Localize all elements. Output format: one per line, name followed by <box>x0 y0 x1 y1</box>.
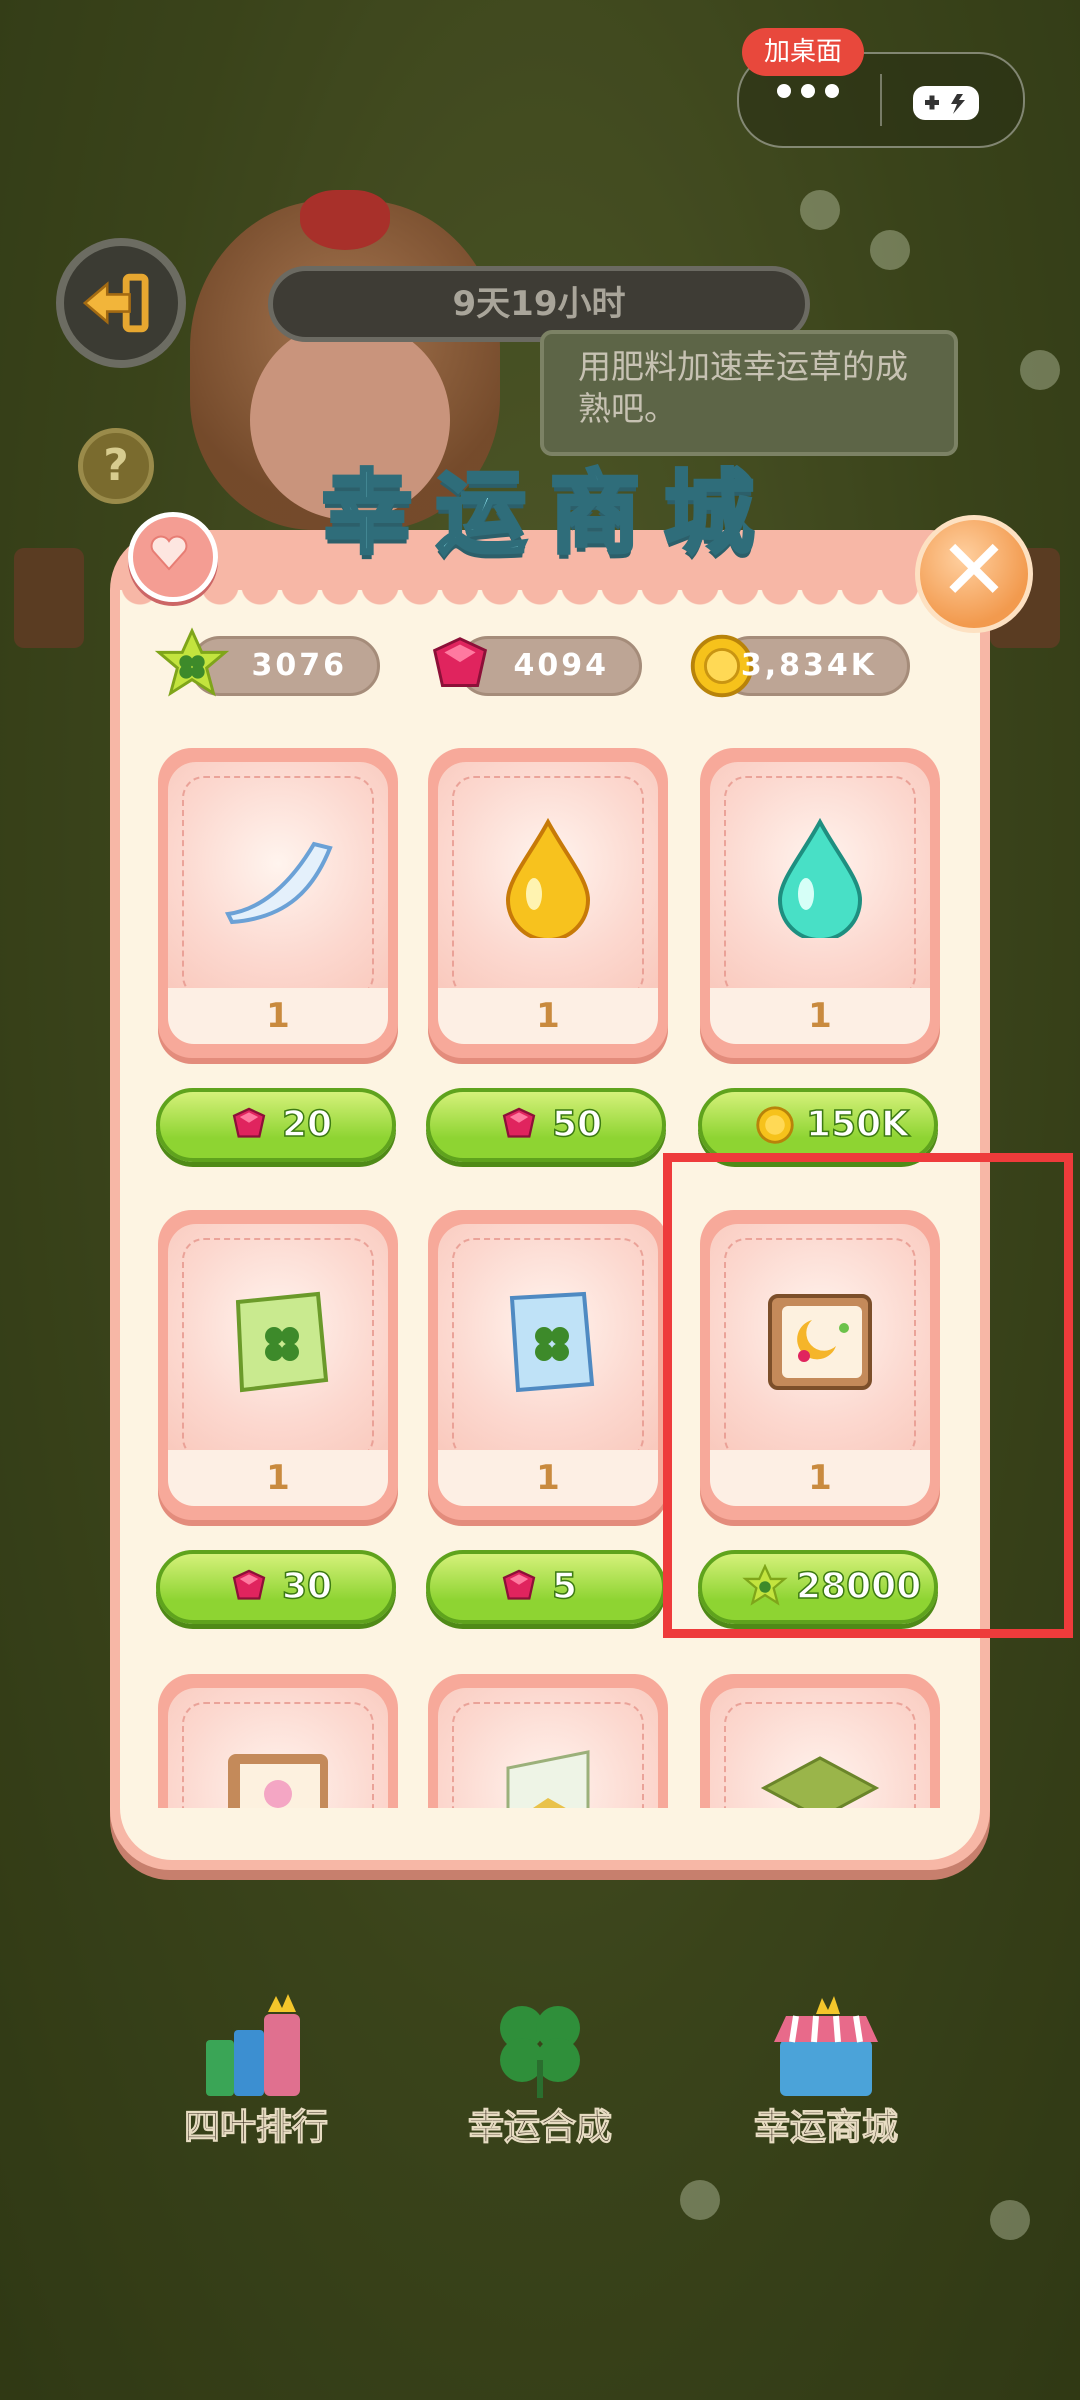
background-flower <box>680 2180 720 2220</box>
nav-label: 幸运合成 <box>467 2107 612 2149</box>
shop-title: 幸运商城 <box>320 459 778 568</box>
help-button[interactable]: ? <box>78 428 154 504</box>
close-icon: ✕ <box>938 521 1010 619</box>
item-quantity: 1 <box>168 988 388 1044</box>
white-feather-icon <box>224 841 333 925</box>
item-quantity: 1 <box>438 988 658 1044</box>
gold-coin-icon <box>756 1106 794 1144</box>
nav-lucky-merge[interactable]: 幸运合成 <box>430 1990 650 2160</box>
price-value: 5 <box>551 1565 578 1608</box>
question-icon: ? <box>103 440 129 491</box>
shop-item-card[interactable] <box>700 1674 940 1808</box>
add-to-desktop-badge[interactable]: 加桌面 <box>742 28 865 76</box>
item-quantity: 1 <box>438 1450 658 1506</box>
shop-item-card[interactable]: 1 <box>158 748 398 1058</box>
blue-seed-bag-icon <box>509 1291 595 1393</box>
green-seed-bag-icon <box>235 1291 329 1393</box>
tip-bubble: 用肥料加速幸运草的成熟吧。 <box>540 330 958 456</box>
more-dots-icon[interactable] <box>777 84 839 98</box>
price-value: 50 <box>551 1103 603 1146</box>
capsule-divider <box>880 74 882 126</box>
shop-item-card[interactable]: 1 <box>428 1210 668 1520</box>
tree-stump <box>14 548 84 648</box>
item-quantity: 1 <box>168 1450 388 1506</box>
background-flower <box>800 190 840 230</box>
currency-gem: 4094 <box>432 636 642 696</box>
shop-item-card[interactable] <box>428 1674 668 1808</box>
currency-clover: 3076 <box>154 627 380 697</box>
price-value: 20 <box>281 1103 333 1146</box>
ranking-icon <box>206 1994 300 2096</box>
heart-icon <box>128 512 218 602</box>
ruby-gem-icon <box>502 1569 536 1600</box>
ruby-gem-icon <box>232 1569 266 1600</box>
shop-item-card[interactable]: 1 <box>158 1210 398 1520</box>
item-quantity: 1 <box>710 988 930 1044</box>
ruby-gem-icon <box>502 1107 536 1138</box>
buy-button[interactable]: 30 <box>156 1550 396 1624</box>
teal-drop-icon <box>777 818 863 938</box>
price-value: 30 <box>281 1565 333 1608</box>
shop-item-card[interactable]: 1 <box>700 748 940 1058</box>
four-leaf-clover-icon <box>500 2006 580 2098</box>
panel-scallop-edge <box>120 590 980 616</box>
currency-coin: 3,834K <box>690 634 910 698</box>
shop-stall-icon <box>774 1996 878 2096</box>
buy-button[interactable]: 150K <box>698 1088 938 1162</box>
exit-arrow-icon <box>82 273 149 333</box>
clover-star-icon <box>154 627 230 697</box>
golden-drop-icon <box>505 818 591 938</box>
currency-value: 3,834K <box>740 648 877 683</box>
background-flower <box>870 230 910 270</box>
nav-ranking[interactable]: 四叶排行 <box>146 1990 366 2160</box>
background-flower <box>990 2200 1030 2240</box>
landscape-frame-icon <box>506 1750 590 1808</box>
gamepad-icon[interactable] <box>911 82 981 122</box>
nav-label: 幸运商城 <box>753 2107 898 2149</box>
close-button[interactable]: ✕ <box>915 515 1033 633</box>
currency-value: 4094 <box>513 648 609 683</box>
grass-tile-icon <box>760 1756 880 1808</box>
ruby-gem-icon <box>432 637 488 687</box>
buy-button[interactable]: 20 <box>156 1088 396 1162</box>
nav-lucky-shop[interactable]: 幸运商城 <box>716 1990 936 2160</box>
shop-item-card[interactable]: 1 <box>428 748 668 1058</box>
flower-picture-icon <box>228 1754 328 1808</box>
buy-button[interactable]: 5 <box>426 1550 666 1624</box>
moon-picture-scroll-icon <box>768 1294 872 1390</box>
shop-row-partial <box>120 1660 980 1808</box>
buy-button[interactable]: 50 <box>426 1088 666 1162</box>
nav-label: 四叶排行 <box>183 2107 328 2149</box>
background-flower <box>1020 350 1060 390</box>
ruby-gem-icon <box>232 1107 266 1138</box>
back-button[interactable] <box>56 238 186 368</box>
shop-item-card[interactable] <box>158 1674 398 1808</box>
price-value: 150K <box>805 1103 910 1146</box>
currency-value: 3076 <box>251 648 347 683</box>
